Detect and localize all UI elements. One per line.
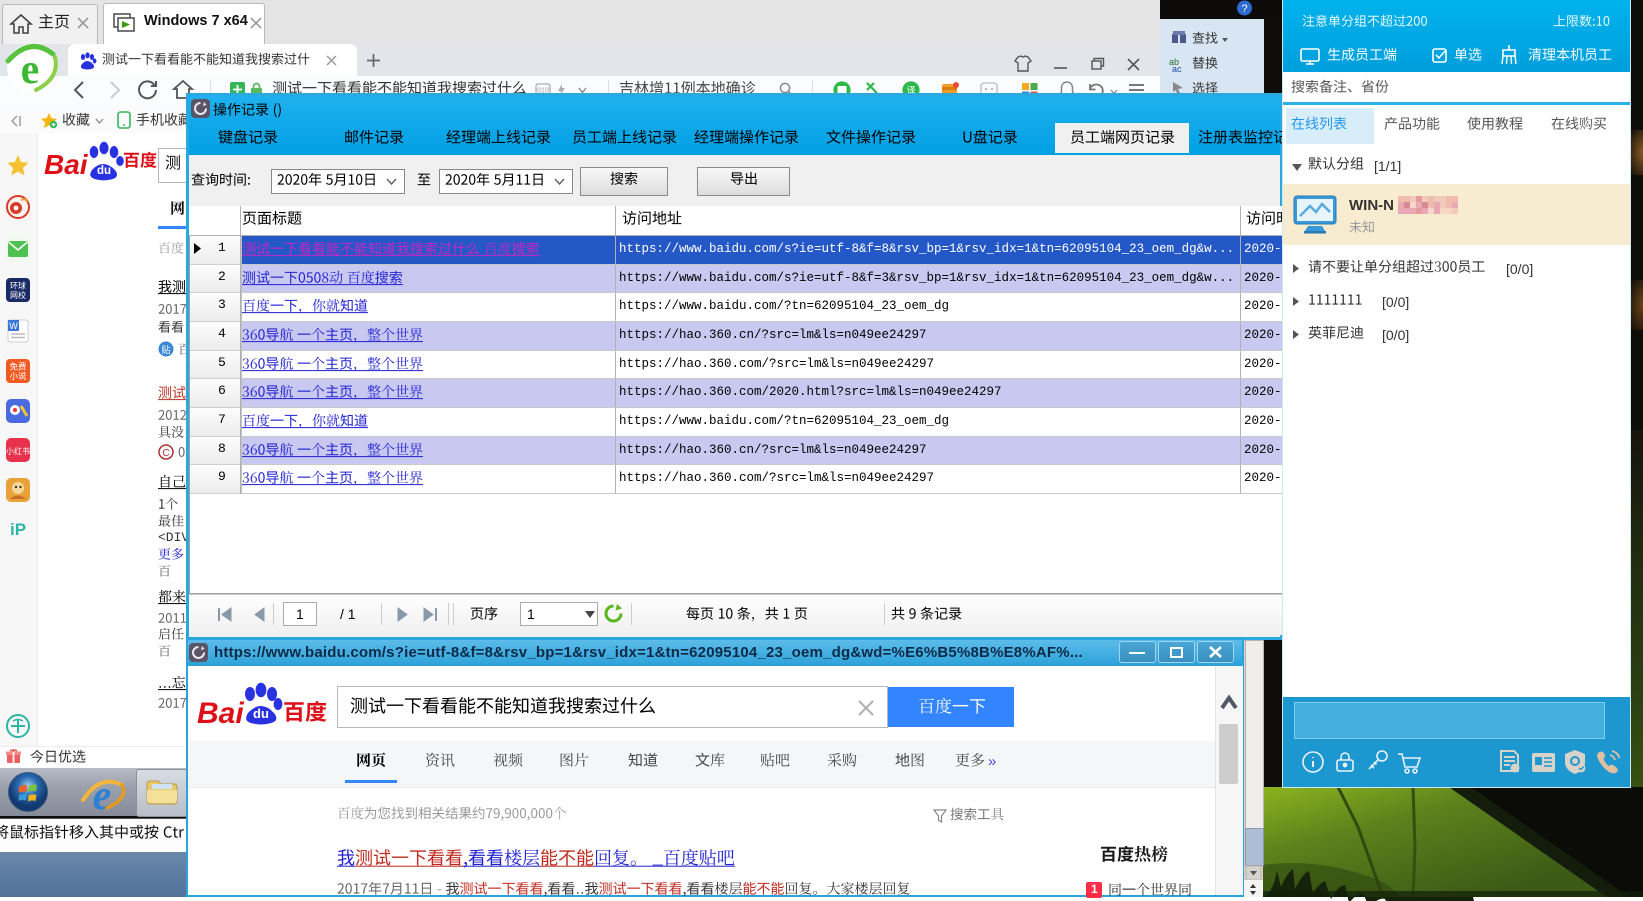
svg-text:贴: 贴	[161, 344, 170, 355]
svg-text:iP: iP	[10, 520, 26, 539]
svg-text:Bai: Bai	[44, 149, 89, 180]
svg-text:网校: 网校	[10, 290, 26, 300]
svg-text:?: ?	[1241, 3, 1247, 15]
svg-text:ac: ac	[1172, 64, 1182, 74]
svg-text:小红书: 小红书	[6, 446, 30, 456]
svg-text:du: du	[253, 706, 269, 721]
svg-text:du: du	[97, 165, 111, 177]
svg-text:W: W	[9, 321, 18, 331]
svg-text:C: C	[162, 448, 169, 459]
svg-text:环球: 环球	[10, 281, 26, 291]
svg-text:Bai: Bai	[197, 697, 244, 730]
svg-text:免费: 免费	[9, 362, 27, 372]
svg-text:小说: 小说	[9, 371, 27, 381]
svg-text:e: e	[21, 47, 40, 93]
